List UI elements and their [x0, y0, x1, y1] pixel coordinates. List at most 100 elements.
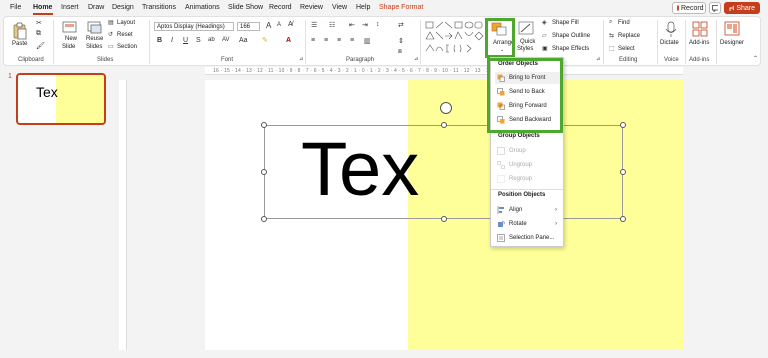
- find-button[interactable]: Find: [618, 20, 630, 26]
- numbering-icon[interactable]: ☷: [329, 21, 335, 29]
- separator: [305, 20, 306, 64]
- shape-outline-button[interactable]: Shape Outline: [552, 33, 590, 39]
- align-right-icon[interactable]: ≡: [337, 37, 341, 44]
- menu-draw[interactable]: Draw: [88, 4, 104, 11]
- justify-icon[interactable]: ≡: [350, 37, 354, 44]
- record-button[interactable]: Record: [672, 2, 706, 14]
- shape-effects-button[interactable]: Shape Effects: [552, 46, 589, 52]
- section-button[interactable]: Section: [117, 44, 137, 50]
- comment-icon: [712, 4, 718, 12]
- align-left-icon[interactable]: ≡: [311, 37, 315, 44]
- char-spacing-icon[interactable]: AV: [222, 37, 230, 43]
- font-color-icon[interactable]: A: [286, 37, 291, 44]
- reuse-slides-label2[interactable]: Slides: [86, 44, 102, 50]
- resize-handle[interactable]: [441, 216, 447, 222]
- designer-button[interactable]: Designer: [720, 40, 744, 46]
- columns-icon[interactable]: ▥: [364, 37, 371, 45]
- strikethrough-icon[interactable]: S: [196, 37, 201, 44]
- menu-review[interactable]: Review: [300, 4, 323, 11]
- shape-fill-button[interactable]: Shape Fill: [552, 20, 579, 26]
- thumbnail-yellow-area: [56, 75, 104, 123]
- menu-slide-show[interactable]: Slide Show: [228, 4, 263, 11]
- new-slide-label[interactable]: New: [65, 36, 77, 42]
- regroup-item[interactable]: Regroup: [495, 173, 561, 185]
- thumbnail-text: Tex: [36, 84, 58, 100]
- drawing-dialog-launcher-icon[interactable]: ⊿: [596, 56, 600, 62]
- resize-handle[interactable]: [261, 122, 267, 128]
- decrease-font-icon[interactable]: A: [277, 22, 281, 28]
- shapes-gallery[interactable]: [425, 21, 487, 55]
- ungroup-item[interactable]: Ungroup: [495, 159, 561, 171]
- replace-button[interactable]: Replace: [618, 33, 640, 39]
- quick-styles-label2[interactable]: Styles: [517, 46, 533, 52]
- reset-button[interactable]: Reset: [117, 32, 133, 38]
- line-spacing-icon[interactable]: ↕: [376, 21, 380, 28]
- reset-icon: ↺: [108, 32, 114, 38]
- select-button[interactable]: Select: [618, 46, 635, 52]
- reuse-slides-label[interactable]: Reuse: [86, 36, 103, 42]
- menu-design[interactable]: Design: [112, 4, 134, 11]
- group-label: Group: [509, 148, 526, 154]
- menu-animations[interactable]: Animations: [185, 4, 220, 11]
- slide-canvas[interactable]: Tex: [205, 80, 683, 350]
- slide-text[interactable]: Tex: [301, 128, 419, 212]
- text-direction-icon[interactable]: ⇄: [398, 21, 404, 29]
- underline-icon[interactable]: U: [183, 37, 188, 44]
- layout-button[interactable]: Layout: [117, 20, 135, 26]
- menu-insert[interactable]: Insert: [61, 4, 79, 11]
- quick-styles-label[interactable]: Quick: [520, 39, 535, 45]
- menu-help[interactable]: Help: [356, 4, 370, 11]
- resize-handle[interactable]: [261, 169, 267, 175]
- addins-button[interactable]: Add-ins: [689, 40, 709, 46]
- collapse-ribbon-icon[interactable]: ⌃: [753, 55, 758, 62]
- group-item[interactable]: Group: [495, 145, 561, 157]
- reuse-slides-icon: [87, 21, 102, 34]
- menu-transitions[interactable]: Transitions: [142, 4, 176, 11]
- menu-record[interactable]: Record: [269, 4, 292, 11]
- smartart-icon[interactable]: ⧈: [398, 49, 402, 56]
- rotate-item[interactable]: Rotate ›: [495, 218, 561, 230]
- align-item[interactable]: Align ›: [495, 204, 561, 216]
- menu-view[interactable]: View: [332, 4, 347, 11]
- align-label: Align: [509, 207, 523, 213]
- increase-font-icon[interactable]: A: [266, 21, 271, 30]
- resize-handle[interactable]: [261, 216, 267, 222]
- slide-thumbnail[interactable]: Tex: [16, 73, 106, 125]
- cut-icon[interactable]: ✂: [36, 19, 42, 27]
- rotate-handle[interactable]: [440, 102, 452, 114]
- menu-file[interactable]: File: [10, 4, 21, 11]
- paragraph-dialog-launcher-icon[interactable]: ⊿: [414, 56, 418, 62]
- paste-button[interactable]: Paste: [12, 41, 27, 47]
- menu-shape-format[interactable]: Shape Format: [379, 4, 423, 11]
- resize-handle[interactable]: [620, 169, 626, 175]
- font-name-combo[interactable]: Aptos Display (Headings): [154, 22, 234, 31]
- separator: [716, 20, 717, 64]
- clear-format-icon[interactable]: A̸: [288, 21, 293, 28]
- copy-icon[interactable]: ⧉: [36, 30, 41, 38]
- new-slide-label2[interactable]: Slide: [62, 44, 75, 50]
- increase-indent-icon[interactable]: ⇥: [362, 21, 368, 29]
- bold-icon[interactable]: B: [157, 37, 162, 44]
- shadow-icon[interactable]: ab: [208, 37, 215, 43]
- resize-handle[interactable]: [620, 122, 626, 128]
- align-center-icon[interactable]: ≡: [324, 37, 328, 44]
- resize-handle[interactable]: [620, 216, 626, 222]
- italic-icon[interactable]: I: [171, 37, 173, 44]
- menu-home[interactable]: Home: [33, 4, 52, 11]
- format-painter-icon[interactable]: 🖌: [36, 42, 45, 50]
- selection-pane-icon: [497, 234, 505, 242]
- highlight-icon[interactable]: ✎: [262, 36, 268, 44]
- change-case-icon[interactable]: Aa: [239, 37, 248, 44]
- align-text-icon[interactable]: ⇕: [398, 37, 404, 45]
- submenu-arrow-icon: ›: [555, 207, 557, 213]
- editing-group-label: Editing: [619, 57, 638, 63]
- resize-handle[interactable]: [441, 122, 447, 128]
- decrease-indent-icon[interactable]: ⇤: [349, 21, 355, 29]
- share-button[interactable]: Share: [724, 2, 760, 14]
- selection-pane-item[interactable]: Selection Pane...: [495, 232, 561, 244]
- dictate-button[interactable]: Dictate: [660, 40, 679, 46]
- bullets-icon[interactable]: ☰: [311, 21, 317, 29]
- comments-button[interactable]: [709, 2, 721, 14]
- font-dialog-launcher-icon[interactable]: ⊿: [299, 56, 303, 62]
- font-size-combo[interactable]: 166: [237, 22, 260, 31]
